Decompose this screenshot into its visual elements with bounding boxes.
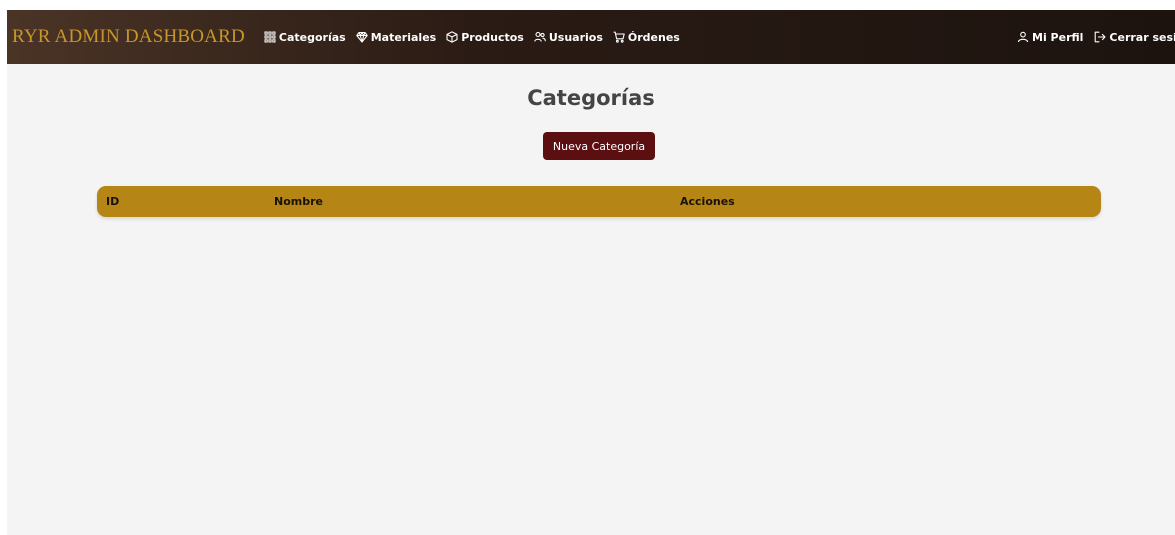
logout-icon <box>1095 31 1106 43</box>
nav-right: Mi Perfil Cerrar sesión <box>1017 10 1175 64</box>
column-header-acciones[interactable]: Acciones <box>680 186 735 217</box>
nav-link-label: Productos <box>461 30 524 44</box>
gem-icon <box>355 31 368 43</box>
grid-icon <box>264 31 276 43</box>
logout-link-label: Cerrar sesión <box>1109 30 1175 44</box>
nav-link-categorias[interactable]: Categorías <box>264 31 346 44</box>
column-header-id[interactable]: ID <box>106 186 119 217</box>
nav-link-productos[interactable]: Productos <box>446 31 524 44</box>
page: RYR ADMIN DASHBOARD Categorías Materiale… <box>0 0 1175 535</box>
profile-link[interactable]: Mi Perfil <box>1017 31 1083 44</box>
box-icon <box>446 31 458 43</box>
nav-link-usuarios[interactable]: Usuarios <box>534 31 603 44</box>
nav-link-label: Categorías <box>278 30 346 44</box>
nav-link-label: Materiales <box>370 30 437 44</box>
users-icon <box>534 31 546 42</box>
new-category-button[interactable]: Nueva Categoría <box>543 132 655 160</box>
app-window: RYR ADMIN DASHBOARD Categorías Materiale… <box>7 10 1175 535</box>
page-title: Categorías <box>527 86 655 110</box>
column-header-nombre[interactable]: Nombre <box>274 186 323 217</box>
nav-link-label: Usuarios <box>548 30 603 44</box>
brand-title[interactable]: RYR ADMIN DASHBOARD <box>12 26 245 48</box>
logout-link[interactable]: Cerrar sesión <box>1094 31 1175 44</box>
nav-link-label: Órdenes <box>627 30 680 44</box>
table-header: ID Nombre Acciones <box>97 186 1101 217</box>
nav-link-ordenes[interactable]: Órdenes <box>613 31 680 44</box>
cart-icon <box>613 31 625 43</box>
nav-links: Categorías Materiales Productos Usuarios… <box>264 31 690 44</box>
user-icon <box>1017 31 1029 43</box>
navbar: RYR ADMIN DASHBOARD Categorías Materiale… <box>7 10 1175 64</box>
nav-link-materiales[interactable]: Materiales <box>355 30 437 44</box>
profile-link-label: Mi Perfil <box>1032 30 1084 44</box>
